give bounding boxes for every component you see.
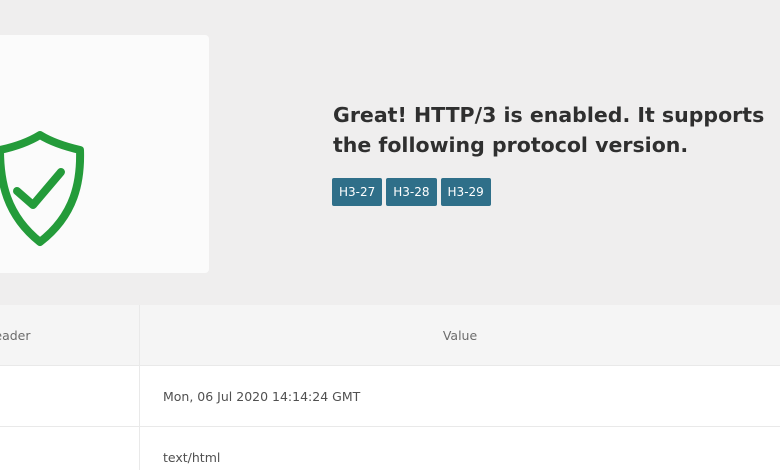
response-headers-table: Header Value Mon, 06 Jul 2020 14:14:24 G… (0, 305, 780, 470)
protocol-version-badges: H3-27 H3-28 H3-29 (332, 178, 491, 206)
header-name-cell (0, 365, 140, 427)
protocol-badge-h3-29[interactable]: H3-29 (440, 178, 491, 206)
header-column-heading: Header (0, 305, 140, 366)
header-value-cell: text/html (139, 426, 780, 470)
value-column-heading: Value (139, 305, 780, 366)
status-icon-card (0, 35, 209, 273)
header-column-label: Header (0, 327, 31, 343)
http3-test-result-page: Great! HTTP/3 is enabled. It supports th… (0, 0, 780, 470)
header-value-cell: Mon, 06 Jul 2020 14:14:24 GMT (139, 365, 780, 427)
header-name-cell (0, 426, 140, 470)
http3-status-banner: Great! HTTP/3 is enabled. It supports th… (0, 0, 780, 305)
protocol-badge-h3-27[interactable]: H3-27 (332, 178, 383, 206)
table-header-row: Header Value (0, 305, 780, 366)
table-row: text/html (0, 426, 780, 470)
protocol-badge-h3-28[interactable]: H3-28 (386, 178, 437, 206)
http3-status-message: Great! HTTP/3 is enabled. It supports th… (333, 103, 765, 157)
table-row: Mon, 06 Jul 2020 14:14:24 GMT (0, 365, 780, 427)
shield-check-icon (0, 131, 85, 246)
